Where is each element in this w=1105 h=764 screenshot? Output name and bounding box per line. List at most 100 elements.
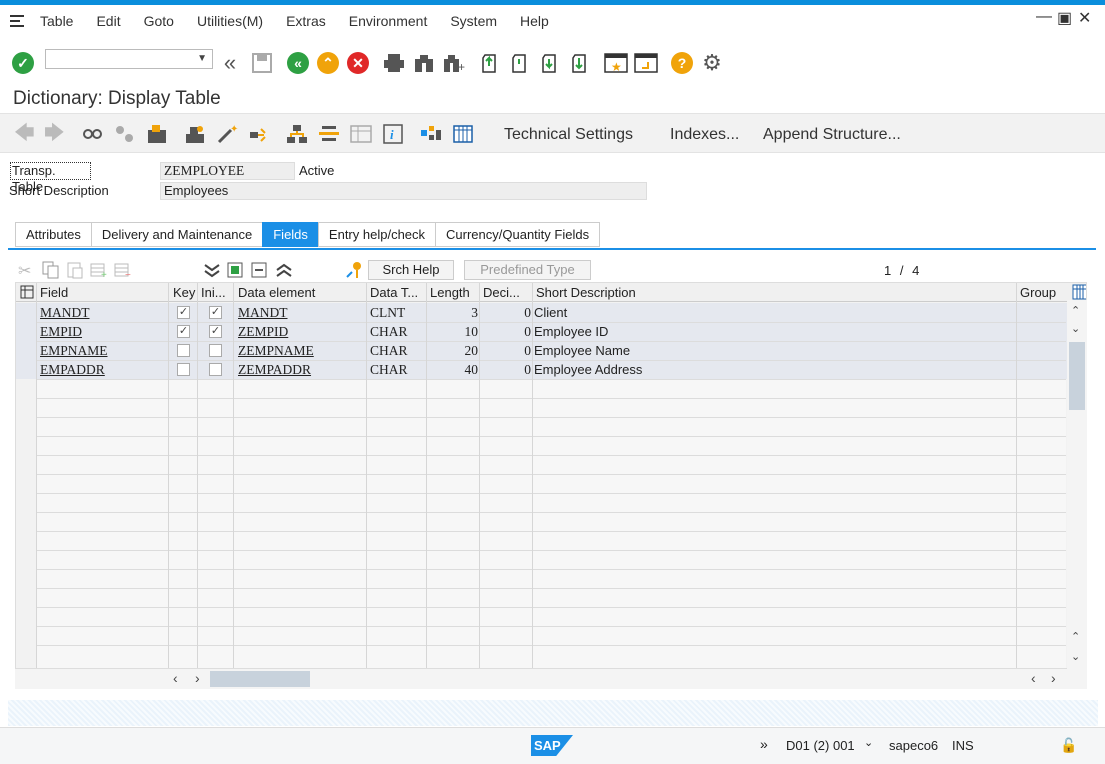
table-row[interactable]: EMPADDR ZEMPADDR CHAR 40 0 Employee Addr…: [16, 360, 1086, 379]
ini-checkbox[interactable]: ✓: [209, 306, 222, 319]
col-field[interactable]: Field: [36, 283, 68, 302]
srch-help-button[interactable]: Srch Help: [368, 260, 454, 280]
paste-icon[interactable]: [66, 261, 84, 279]
scroll-page-down-icon[interactable]: ⌄: [1071, 650, 1080, 663]
layout-icon[interactable]: [16, 283, 36, 302]
find-next-icon[interactable]: +: [442, 52, 466, 74]
deselect-block-icon[interactable]: [250, 261, 268, 279]
chevron-down-icon[interactable]: ▼: [197, 53, 207, 64]
system-info[interactable]: D01 (2) 001: [786, 738, 855, 753]
menu-goto[interactable]: Goto: [144, 13, 174, 29]
table-name-field[interactable]: ZEMPLOYEE: [160, 162, 295, 180]
delete-row-icon[interactable]: −: [114, 261, 132, 281]
select-block-icon[interactable]: [226, 261, 244, 279]
back-icon[interactable]: «: [286, 52, 310, 74]
cell-field[interactable]: EMPADDR: [36, 360, 105, 379]
other-object-icon[interactable]: [114, 124, 136, 144]
col-group[interactable]: Group: [1016, 283, 1056, 302]
find-icon[interactable]: [412, 52, 436, 74]
previous-page-icon[interactable]: [508, 52, 532, 74]
menu-extras[interactable]: Extras: [286, 13, 326, 29]
magic-wand-icon[interactable]: ✦: [216, 124, 238, 144]
ini-checkbox[interactable]: [209, 344, 222, 357]
vertical-scrollbar[interactable]: ⌃ ⌄ ⌃ ⌄: [1067, 300, 1087, 669]
short-description-field[interactable]: Employees: [160, 182, 647, 200]
menu-system[interactable]: System: [450, 13, 497, 29]
table-row[interactable]: EMPID ✓ ✓ ZEMPID CHAR 10 0 Employee ID: [16, 322, 1086, 341]
cell-data-element[interactable]: ZEMPNAME: [234, 341, 314, 360]
cell-length[interactable]: 10: [426, 322, 480, 341]
copy-icon[interactable]: [42, 261, 60, 279]
exit-icon[interactable]: ⌃: [316, 52, 340, 74]
technical-settings-button[interactable]: Technical Settings: [504, 126, 633, 144]
next-page-icon[interactable]: [538, 52, 562, 74]
menu-edit[interactable]: Edit: [96, 13, 120, 29]
command-field[interactable]: ▼: [45, 49, 213, 69]
info-icon[interactable]: i: [382, 124, 404, 144]
col-ini[interactable]: Ini...: [197, 283, 226, 302]
cell-data-element[interactable]: ZEMPADDR: [234, 360, 311, 379]
hscroll-thumb[interactable]: [210, 671, 310, 687]
check-icon[interactable]: [146, 124, 168, 144]
cell-data-element[interactable]: ZEMPID: [234, 322, 288, 341]
menu-hamburger-icon[interactable]: [10, 14, 26, 28]
settings-gear-icon[interactable]: ⚙: [700, 50, 724, 75]
generate-shortcut-icon[interactable]: [634, 52, 658, 74]
horizontal-scrollbar[interactable]: ‹ › ‹ ›: [15, 669, 1087, 689]
tab-currency-quantity-fields[interactable]: Currency/Quantity Fields: [435, 222, 601, 247]
cell-data-type[interactable]: CHAR: [366, 360, 408, 379]
help-icon[interactable]: ?: [670, 52, 694, 74]
table-layout-icon[interactable]: [350, 124, 372, 144]
cell-short-description[interactable]: Employee Name: [530, 341, 630, 360]
ini-checkbox[interactable]: [209, 363, 222, 376]
scroll-right-end-icon[interactable]: ›: [1051, 670, 1056, 686]
first-page-icon[interactable]: [478, 52, 502, 74]
create-session-icon[interactable]: ★: [604, 52, 628, 74]
insert-mode[interactable]: INS: [952, 738, 974, 753]
hierarchy-icon[interactable]: [286, 124, 308, 144]
cancel-icon[interactable]: ✕: [346, 52, 370, 74]
tab-delivery-maintenance[interactable]: Delivery and Maintenance: [90, 222, 263, 247]
save-icon[interactable]: [250, 52, 274, 74]
col-data-type[interactable]: Data T...: [366, 283, 418, 302]
cell-deci[interactable]: 0: [479, 322, 533, 341]
col-length[interactable]: Length: [426, 283, 470, 302]
maximize-icon[interactable]: ▣: [1057, 8, 1072, 28]
search-help-key-icon[interactable]: [345, 261, 363, 279]
insert-row-icon[interactable]: +: [90, 261, 108, 281]
ini-checkbox[interactable]: ✓: [209, 325, 222, 338]
cell-field[interactable]: EMPID: [36, 322, 82, 341]
menu-environment[interactable]: Environment: [349, 13, 428, 29]
scroll-right-icon[interactable]: ›: [195, 670, 200, 686]
col-short-description[interactable]: Short Description: [532, 283, 636, 302]
system-dropdown-icon[interactable]: ⌄: [864, 736, 873, 749]
activate-icon[interactable]: [184, 124, 206, 144]
append-structure-button[interactable]: Append Structure...: [763, 126, 901, 144]
cut-icon[interactable]: ✂: [18, 261, 36, 280]
cell-deci[interactable]: 0: [479, 303, 533, 322]
tab-attributes[interactable]: Attributes: [15, 222, 91, 247]
double-left-icon[interactable]: «: [218, 50, 242, 75]
cell-length[interactable]: 3: [426, 303, 480, 322]
where-used-icon[interactable]: [248, 124, 270, 144]
cell-data-type[interactable]: CHAR: [366, 341, 408, 360]
cell-data-type[interactable]: CLNT: [366, 303, 405, 322]
cell-length[interactable]: 40: [426, 360, 480, 379]
table-row[interactable]: EMPNAME ZEMPNAME CHAR 20 0 Employee Name: [16, 341, 1086, 360]
key-checkbox[interactable]: ✓: [177, 325, 190, 338]
cell-deci[interactable]: 0: [479, 341, 533, 360]
close-icon[interactable]: ✕: [1078, 8, 1091, 28]
menu-utilities[interactable]: Utilities(M): [197, 13, 263, 29]
scroll-page-up-icon[interactable]: ⌃: [1071, 630, 1080, 643]
key-checkbox[interactable]: [177, 344, 190, 357]
cell-data-type[interactable]: CHAR: [366, 322, 408, 341]
col-deci[interactable]: Deci...: [479, 283, 520, 302]
col-data-element[interactable]: Data element: [234, 283, 315, 302]
cell-data-element[interactable]: MANDT: [234, 303, 288, 322]
col-key[interactable]: Key: [169, 283, 195, 302]
key-checkbox[interactable]: ✓: [177, 306, 190, 319]
table-row[interactable]: MANDT ✓ ✓ MANDT CLNT 3 0 Client: [16, 303, 1086, 322]
forward-arrow-icon[interactable]: 🡆: [44, 123, 66, 144]
scroll-thumb[interactable]: [1069, 342, 1085, 410]
structure-icon[interactable]: [420, 124, 442, 144]
